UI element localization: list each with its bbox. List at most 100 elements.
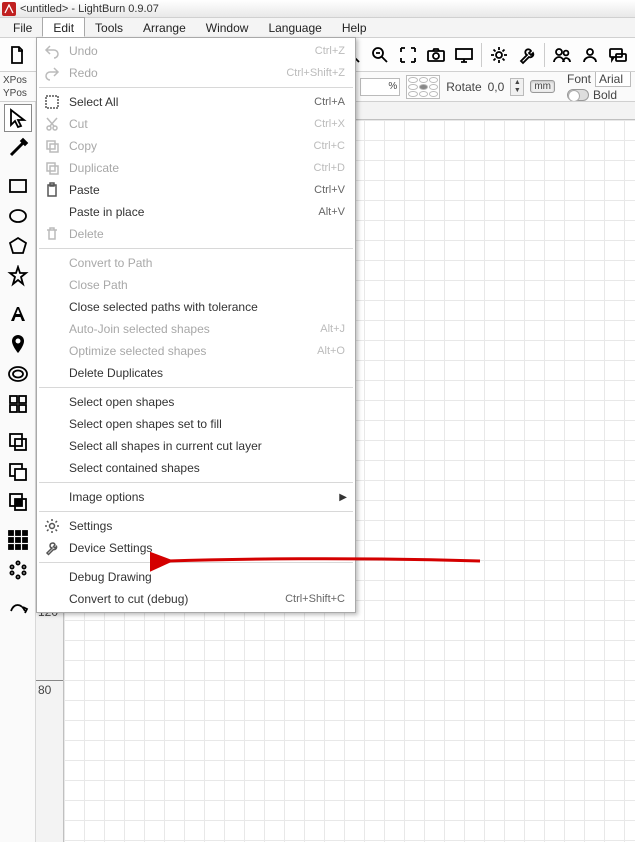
zoom-out-icon[interactable] <box>367 42 393 68</box>
bool-intersect-tool[interactable] <box>4 488 32 516</box>
menu-item-undo: UndoCtrl+Z <box>37 40 355 62</box>
menu-item-label: Duplicate <box>69 161 314 175</box>
menu-separator <box>39 87 353 88</box>
menu-item-label: Select all shapes in current cut layer <box>69 439 345 453</box>
draw-line-tool[interactable] <box>4 134 32 162</box>
menu-item-settings[interactable]: Settings <box>37 515 355 537</box>
location-tool[interactable] <box>4 330 32 358</box>
frame-icon[interactable] <box>395 42 421 68</box>
menu-item-image-options[interactable]: Image options▶ <box>37 486 355 508</box>
menu-arrange[interactable]: Arrange <box>133 18 196 37</box>
select-tool[interactable] <box>4 104 32 132</box>
forum-icon[interactable] <box>605 42 631 68</box>
wrench-icon[interactable] <box>514 42 540 68</box>
menu-item-paste[interactable]: PasteCtrl+V <box>37 179 355 201</box>
star-tool[interactable] <box>4 262 32 290</box>
menu-separator <box>39 482 353 483</box>
grid-align-tool[interactable] <box>4 390 32 418</box>
bold-toggle[interactable] <box>567 89 589 101</box>
menu-file[interactable]: File <box>3 18 42 37</box>
camera-icon[interactable] <box>423 42 449 68</box>
font-select[interactable]: Arial <box>595 72 631 87</box>
offset-tool[interactable] <box>4 360 32 388</box>
menu-item-select-open-shapes[interactable]: Select open shapes <box>37 391 355 413</box>
menu-shortcut: Alt+O <box>317 345 345 357</box>
array-tool[interactable] <box>4 526 32 554</box>
menu-tools[interactable]: Tools <box>85 18 133 37</box>
menu-item-select-all-shapes-in-current-cut-layer[interactable]: Select all shapes in current cut layer <box>37 435 355 457</box>
menu-item-label: Cut <box>69 117 314 131</box>
menu-item-select-contained-shapes[interactable]: Select contained shapes <box>37 457 355 479</box>
menu-item-cut: CutCtrl+X <box>37 113 355 135</box>
scale-y-field[interactable]: % <box>360 78 400 96</box>
menu-item-paste-in-place[interactable]: Paste in placeAlt+V <box>37 201 355 223</box>
menu-item-device-settings[interactable]: Device Settings <box>37 537 355 559</box>
polygon-tool[interactable] <box>4 232 32 260</box>
rotate-value[interactable]: 0,0 <box>488 80 505 94</box>
toolbar-separator <box>544 43 545 67</box>
anchor-grid[interactable] <box>406 75 440 99</box>
menu-shortcut: Ctrl+D <box>314 162 345 174</box>
menu-edit[interactable]: Edit <box>42 17 85 37</box>
menu-item-label: Select All <box>69 95 314 109</box>
menu-item-label: Paste <box>69 183 314 197</box>
rectangle-tool[interactable] <box>4 172 32 200</box>
unit-toggle[interactable]: mm <box>530 80 555 93</box>
bool-subtract-tool[interactable] <box>4 458 32 486</box>
ellipse-tool[interactable] <box>4 202 32 230</box>
window-title: <untitled> - LightBurn 0.9.07 <box>20 3 159 15</box>
new-file-button[interactable] <box>4 42 30 68</box>
wrench-icon <box>41 537 63 559</box>
monitor-icon[interactable] <box>451 42 477 68</box>
users-icon[interactable] <box>549 42 575 68</box>
menu-shortcut: Alt+J <box>320 323 345 335</box>
bool-union-tool[interactable] <box>4 428 32 456</box>
toolbar-separator <box>481 43 482 67</box>
menu-item-select-open-shapes-set-to-fill[interactable]: Select open shapes set to fill <box>37 413 355 435</box>
text-tool[interactable] <box>4 300 32 328</box>
menu-item-duplicate: DuplicateCtrl+D <box>37 157 355 179</box>
menu-item-delete-duplicates[interactable]: Delete Duplicates <box>37 362 355 384</box>
menu-item-auto-join-selected-shapes: Auto-Join selected shapesAlt+J <box>37 318 355 340</box>
submenu-arrow-icon: ▶ <box>339 492 347 503</box>
menu-separator <box>39 511 353 512</box>
bold-label: Bold <box>593 88 617 102</box>
menu-item-copy: CopyCtrl+C <box>37 135 355 157</box>
menu-item-redo: RedoCtrl+Shift+Z <box>37 62 355 84</box>
user-icon[interactable] <box>577 42 603 68</box>
circular-array-tool[interactable] <box>4 556 32 584</box>
menu-item-select-all[interactable]: Select AllCtrl+A <box>37 91 355 113</box>
menu-shortcut: Ctrl+Z <box>315 45 345 57</box>
menu-item-convert-to-cut-debug[interactable]: Convert to cut (debug)Ctrl+Shift+C <box>37 588 355 610</box>
menu-item-debug-drawing[interactable]: Debug Drawing <box>37 566 355 588</box>
rotate-stepper[interactable]: ▲▼ <box>510 78 524 96</box>
undo-icon <box>41 40 63 62</box>
menu-shortcut: Ctrl+C <box>314 140 345 152</box>
blank-icon <box>41 201 63 223</box>
blank-icon <box>41 252 63 274</box>
font-label: Font <box>567 72 591 86</box>
menu-item-optimize-selected-shapes: Optimize selected shapesAlt+O <box>37 340 355 362</box>
menu-shortcut: Ctrl+V <box>314 184 345 196</box>
copy-icon <box>41 135 63 157</box>
menu-item-close-selected-paths-with-tolerance[interactable]: Close selected paths with tolerance <box>37 296 355 318</box>
menu-item-label: Debug Drawing <box>69 570 345 584</box>
blank-icon <box>41 435 63 457</box>
menu-item-convert-to-path: Convert to Path <box>37 252 355 274</box>
menu-shortcut: Alt+V <box>318 206 345 218</box>
menu-window[interactable]: Window <box>196 18 259 37</box>
menu-language[interactable]: Language <box>258 18 331 37</box>
trash-icon <box>41 223 63 245</box>
xpos-label: XPos <box>3 74 36 87</box>
menu-item-label: Undo <box>69 44 315 58</box>
menu-help[interactable]: Help <box>332 18 377 37</box>
menu-item-label: Redo <box>69 66 286 80</box>
gear-icon[interactable] <box>486 42 512 68</box>
app-icon <box>2 2 16 16</box>
menu-item-label: Device Settings <box>69 541 345 555</box>
edit-nodes-tool[interactable] <box>4 594 32 622</box>
edit-dropdown: UndoCtrl+ZRedoCtrl+Shift+ZSelect AllCtrl… <box>36 37 356 613</box>
menu-item-label: Select open shapes set to fill <box>69 417 345 431</box>
menu-item-label: Convert to cut (debug) <box>69 592 285 606</box>
menu-shortcut: Ctrl+Shift+Z <box>286 67 345 79</box>
